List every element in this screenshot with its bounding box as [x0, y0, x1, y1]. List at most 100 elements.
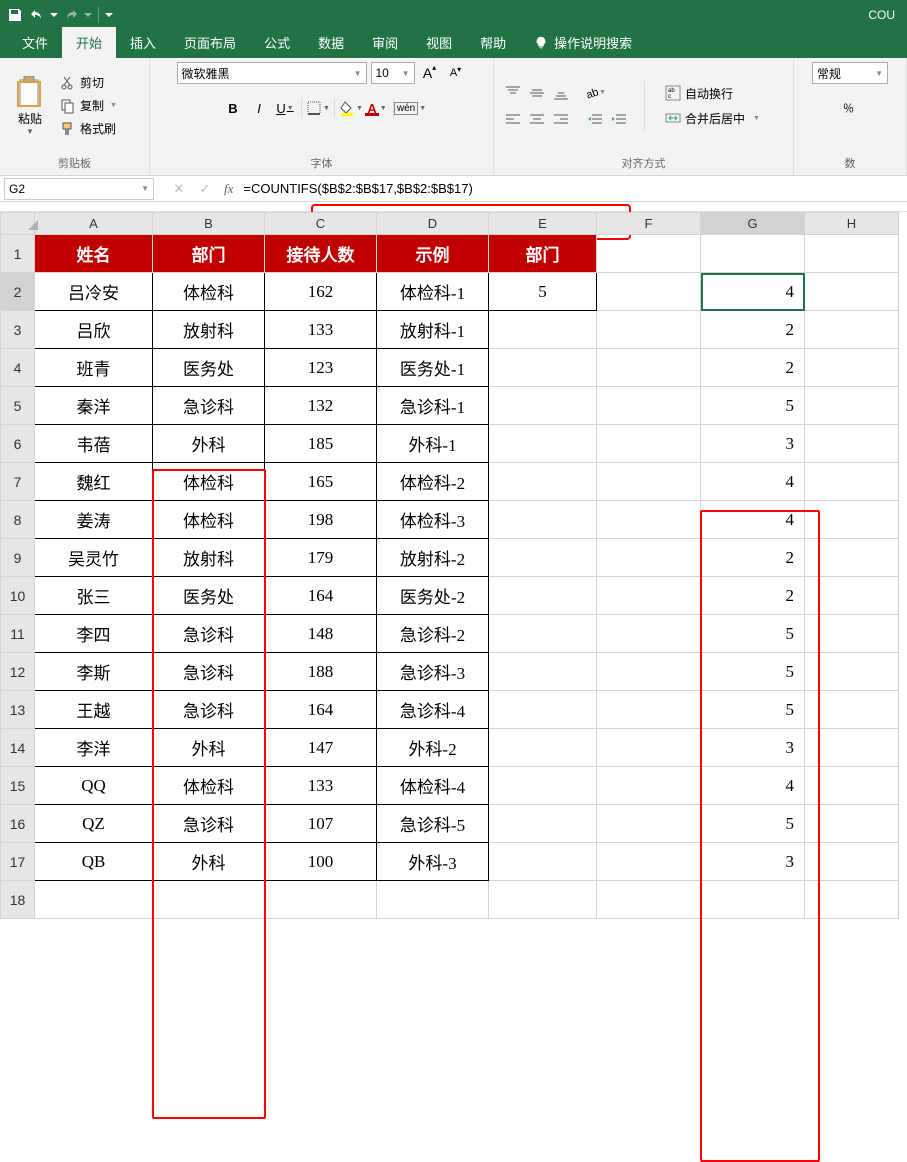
orientation-button[interactable]: ab▼	[584, 82, 606, 104]
row-header[interactable]: 4	[1, 349, 35, 387]
col-header-A[interactable]: A	[35, 213, 153, 235]
wrap-text-button[interactable]: abc自动换行	[659, 83, 766, 104]
cell[interactable]	[597, 691, 701, 729]
cell[interactable]: 放射科	[153, 539, 265, 577]
increase-indent-icon[interactable]	[608, 108, 630, 130]
cell[interactable]: 体检科	[153, 463, 265, 501]
decrease-font-icon[interactable]: A▾	[445, 62, 467, 84]
copy-button[interactable]: 复制▼	[58, 95, 119, 116]
cell[interactable]	[805, 425, 899, 463]
cell[interactable]: 5	[489, 273, 597, 311]
cell[interactable]	[597, 805, 701, 843]
row-header[interactable]: 2	[1, 273, 35, 311]
cell[interactable]	[489, 387, 597, 425]
col-header-E[interactable]: E	[489, 213, 597, 235]
cell[interactable]: 接待人数	[265, 235, 377, 273]
cell[interactable]: 急诊科	[153, 653, 265, 691]
cell[interactable]: 王越	[35, 691, 153, 729]
cell[interactable]	[489, 615, 597, 653]
enter-formula-icon[interactable]: ✓	[192, 178, 218, 200]
cell[interactable]: 4	[701, 501, 805, 539]
cell[interactable]: 班青	[35, 349, 153, 387]
cell[interactable]	[805, 311, 899, 349]
align-middle-icon[interactable]	[526, 82, 548, 104]
phonetic-button[interactable]: wén▼	[398, 96, 422, 120]
cell[interactable]: 体检科-4	[377, 767, 489, 805]
col-header-B[interactable]: B	[153, 213, 265, 235]
cell[interactable]	[377, 881, 489, 919]
cell[interactable]: 李洋	[35, 729, 153, 767]
cell[interactable]: 放射科	[153, 311, 265, 349]
cell[interactable]	[489, 691, 597, 729]
cell[interactable]: 外科-3	[377, 843, 489, 881]
cell[interactable]: QZ	[35, 805, 153, 843]
cell[interactable]	[489, 539, 597, 577]
fill-color-button[interactable]: ▼	[339, 96, 363, 120]
row-header[interactable]: 11	[1, 615, 35, 653]
cell[interactable]: 急诊科-1	[377, 387, 489, 425]
cell[interactable]	[805, 615, 899, 653]
cell[interactable]: 外科	[153, 843, 265, 881]
row-header[interactable]: 5	[1, 387, 35, 425]
cell[interactable]	[489, 881, 597, 919]
cell[interactable]: 魏红	[35, 463, 153, 501]
cell[interactable]: 5	[701, 691, 805, 729]
align-left-icon[interactable]	[502, 108, 524, 130]
col-header-G[interactable]: G	[701, 213, 805, 235]
cell[interactable]	[597, 539, 701, 577]
undo-dropdown-icon[interactable]	[50, 11, 58, 19]
cell[interactable]: 5	[701, 805, 805, 843]
cell[interactable]: 198	[265, 501, 377, 539]
cell[interactable]	[489, 805, 597, 843]
cell[interactable]: 147	[265, 729, 377, 767]
redo-dropdown-icon[interactable]	[84, 11, 92, 19]
cell[interactable]	[489, 425, 597, 463]
cell[interactable]	[489, 729, 597, 767]
cell[interactable]: 4	[701, 767, 805, 805]
font-name-combo[interactable]: 微软雅黑▼	[177, 62, 367, 84]
cell[interactable]: 急诊科	[153, 805, 265, 843]
cell[interactable]	[489, 653, 597, 691]
cell[interactable]	[805, 501, 899, 539]
cell[interactable]	[701, 235, 805, 273]
cell[interactable]	[489, 311, 597, 349]
cell[interactable]: QB	[35, 843, 153, 881]
cell[interactable]: 体检科-1	[377, 273, 489, 311]
row-header[interactable]: 3	[1, 311, 35, 349]
cell[interactable]	[805, 577, 899, 615]
cell[interactable]: 3	[701, 425, 805, 463]
row-header[interactable]: 9	[1, 539, 35, 577]
row-header[interactable]: 10	[1, 577, 35, 615]
cell[interactable]	[489, 349, 597, 387]
cell[interactable]: 3	[701, 843, 805, 881]
cell[interactable]	[35, 881, 153, 919]
cell[interactable]: 164	[265, 577, 377, 615]
cell[interactable]: 医务处-2	[377, 577, 489, 615]
cell[interactable]	[489, 501, 597, 539]
cell[interactable]: 133	[265, 767, 377, 805]
cell[interactable]: 体检科	[153, 767, 265, 805]
formula-input[interactable]	[239, 178, 907, 200]
accounting-format-icon[interactable]: ％	[838, 96, 862, 120]
font-size-combo[interactable]: 10▼	[371, 62, 415, 84]
cell[interactable]	[805, 767, 899, 805]
cell[interactable]: 179	[265, 539, 377, 577]
tab-file[interactable]: 文件	[8, 27, 62, 58]
cell[interactable]: 132	[265, 387, 377, 425]
cell[interactable]	[805, 463, 899, 501]
cell[interactable]	[265, 881, 377, 919]
cell[interactable]	[805, 691, 899, 729]
cell[interactable]: 5	[701, 387, 805, 425]
cell[interactable]	[597, 843, 701, 881]
cell[interactable]: 185	[265, 425, 377, 463]
cell[interactable]	[597, 577, 701, 615]
cell[interactable]: 部门	[489, 235, 597, 273]
cell[interactable]	[597, 653, 701, 691]
cell[interactable]: 姓名	[35, 235, 153, 273]
cell[interactable]	[597, 349, 701, 387]
cell[interactable]	[597, 767, 701, 805]
cell[interactable]	[597, 501, 701, 539]
row-header[interactable]: 7	[1, 463, 35, 501]
col-header-H[interactable]: H	[805, 213, 899, 235]
cell[interactable]	[805, 805, 899, 843]
